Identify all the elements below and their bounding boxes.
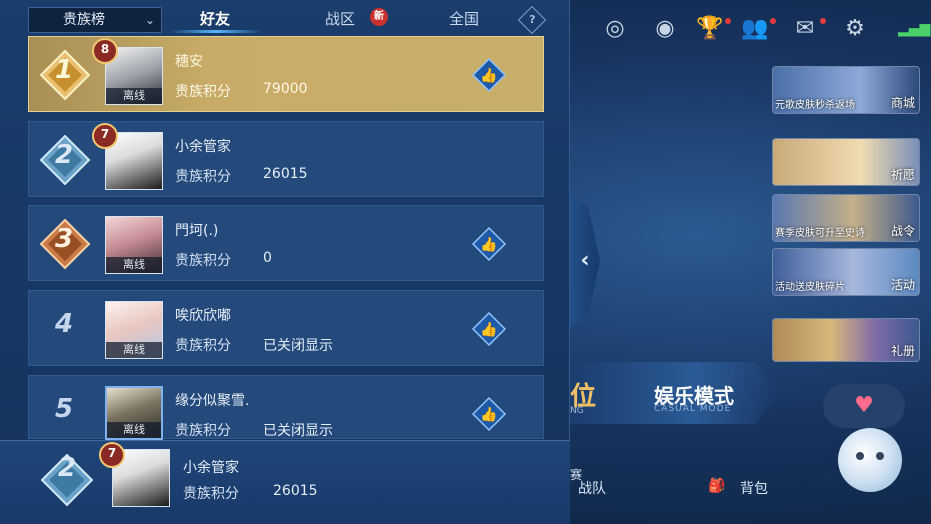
score-label: 贵族积分 — [175, 338, 231, 354]
my-rank-row: 2 7 小余管家 贵族积分 26015 — [0, 440, 570, 524]
promo-battlepass[interactable]: 赛季皮肤可升至史诗 战令 — [772, 194, 920, 242]
settings-gear-icon[interactable]: ⚙ — [840, 14, 870, 44]
leaderboard-type-dropdown[interactable]: 贵族榜 ⌄ — [28, 7, 162, 33]
mail-icon[interactable]: ✉ — [790, 14, 820, 44]
thumbs-up-icon[interactable]: 👍 — [471, 57, 507, 93]
score-label: 贵族积分 — [183, 486, 239, 502]
thumbs-up-icon[interactable]: 👍 — [471, 396, 507, 432]
promo-shop[interactable]: 元歌皮肤秒杀返场 商城 — [772, 66, 920, 114]
score-value: 已关闭显示 — [263, 423, 333, 439]
promo-album[interactable]: 礼册 — [772, 318, 920, 362]
ranked-partial-sub: NG — [570, 406, 584, 416]
score-value: 26015 — [263, 166, 308, 182]
promo-action: 祈愿 — [890, 168, 915, 182]
eye-icon[interactable]: ◉ — [650, 14, 680, 44]
tab-national[interactable]: 全国 — [449, 8, 479, 29]
player-name: 小余管家 — [175, 139, 231, 155]
svg-text:👍: 👍 — [480, 321, 497, 338]
heart-icon[interactable]: ♥ — [823, 384, 905, 428]
rank-number: 3 — [54, 224, 74, 254]
noble-level-badge: 8 — [91, 37, 119, 65]
list-item[interactable]: 1 离线 8 穗安 贵族积分 79000 👍 — [28, 36, 544, 112]
new-badge: 新 — [370, 8, 388, 26]
rank-number: 5 — [54, 394, 74, 424]
help-icon[interactable]: ? — [517, 5, 547, 35]
player-name: 門坷(.) — [175, 223, 219, 239]
offline-label: 离线 — [106, 88, 162, 104]
list-item[interactable]: 4 离线 唉欣欣嘟 贵族积分 已关闭显示 👍 — [28, 290, 544, 366]
score-value: 79000 — [263, 81, 308, 97]
score-label: 贵族积分 — [175, 423, 231, 439]
score-value: 已关闭显示 — [263, 338, 333, 354]
thumbs-up-icon[interactable]: 👍 — [471, 226, 507, 262]
rank-number: 2 — [57, 453, 77, 483]
help-glyph: ? — [529, 13, 536, 27]
score-label: 贵族积分 — [175, 253, 231, 269]
rank-number: 4 — [54, 309, 74, 339]
noble-level-number: 7 — [107, 446, 117, 460]
noble-level-number: 8 — [100, 42, 110, 56]
avatar[interactable]: 离线 — [105, 386, 163, 440]
tab-friends[interactable]: 好友 — [200, 8, 230, 29]
promo-event[interactable]: 活动送皮肤碎片 活动 — [772, 248, 920, 296]
leaderboard-tabs: 贵族榜 ⌄ 好友 战区 新 全国 ? — [0, 0, 570, 35]
avatar[interactable]: 离线 — [105, 216, 163, 274]
trophy-icon[interactable]: 🏆 — [695, 14, 725, 44]
promo-action: 礼册 — [890, 344, 915, 358]
dropdown-label: 贵族榜 — [63, 12, 105, 28]
promo-action: 商城 — [890, 96, 915, 110]
mascot-assistant[interactable] — [838, 428, 902, 492]
score-label: 贵族积分 — [175, 84, 231, 100]
svg-text:👍: 👍 — [480, 406, 497, 423]
player-name: 小余管家 — [183, 460, 239, 476]
target-icon[interactable]: ◎ — [600, 14, 630, 44]
player-name: 唉欣欣嘟 — [175, 308, 231, 324]
active-tab-indicator — [170, 30, 262, 33]
noble-level-badge: 7 — [98, 441, 126, 469]
wifi-icon: ▂▄▆ — [898, 21, 931, 37]
list-item[interactable]: 3 离线 門坷(.) 贵族积分 0 👍 — [28, 205, 544, 281]
svg-text:👍: 👍 — [480, 67, 497, 84]
offline-label: 离线 — [106, 342, 162, 358]
noble-level-badge: 7 — [91, 122, 119, 150]
tab-region[interactable]: 战区 — [325, 8, 355, 29]
avatar[interactable]: 离线 — [105, 301, 163, 359]
noble-level-number: 7 — [100, 127, 110, 141]
svg-text:👍: 👍 — [480, 236, 497, 253]
rank-number: 2 — [54, 140, 74, 170]
casual-mode-subtitle: CASUAL MODE — [654, 404, 732, 414]
promo-action: 活动 — [890, 278, 915, 292]
chevron-down-icon: ⌄ — [144, 13, 155, 27]
promo-caption: 活动送皮肤碎片 — [775, 282, 845, 293]
casual-mode-button[interactable]: 位 NG 娱乐模式 CASUAL MODE — [570, 362, 780, 424]
score-value: 0 — [263, 250, 272, 266]
bag-nav-button[interactable]: 背包 — [740, 478, 768, 498]
promo-caption: 元歌皮肤秒杀返场 — [775, 100, 855, 111]
offline-label: 离线 — [106, 257, 162, 273]
leaderboard-panel: 贵族榜 ⌄ 好友 战区 新 全国 ? 1 离线 8 穗安 贵族积分 79000 … — [0, 0, 570, 524]
promo-action: 战令 — [890, 224, 915, 238]
player-name: 穗安 — [175, 54, 203, 70]
player-name: 缘分似聚雪. — [175, 393, 250, 409]
offline-label: 离线 — [107, 422, 161, 438]
bag-icon: 🎒 — [708, 478, 726, 494]
promo-caption: 赛季皮肤可升至史诗 — [775, 228, 865, 239]
list-item[interactable]: 2 7 小余管家 贵族积分 26015 — [28, 121, 544, 197]
promo-wish[interactable]: 祈愿 — [772, 138, 920, 186]
list-item[interactable]: 5 离线 缘分似聚雪. 贵族积分 已关闭显示 👍 — [28, 375, 544, 440]
friends-icon[interactable]: 👥 — [740, 14, 770, 44]
thumbs-up-icon[interactable]: 👍 — [471, 311, 507, 347]
score-label: 贵族积分 — [175, 169, 231, 185]
team-nav-button[interactable]: 战队 — [578, 478, 606, 498]
score-value: 26015 — [273, 483, 318, 499]
rank-number: 1 — [54, 55, 74, 85]
